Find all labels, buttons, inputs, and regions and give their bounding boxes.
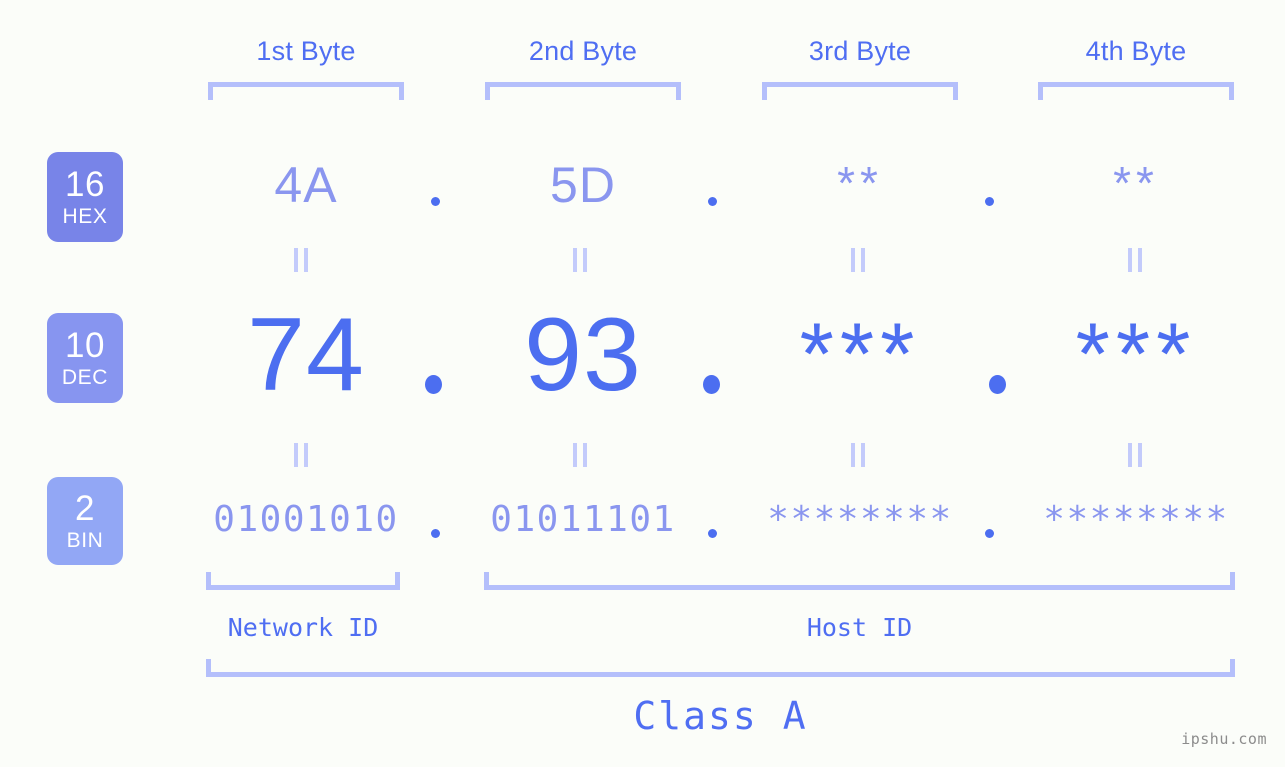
byte-bracket-4: [1038, 82, 1234, 100]
base-badge-bin-number: 2: [75, 489, 95, 528]
byte-header-4: 4th Byte: [1085, 36, 1187, 66]
network-id-label: Network ID: [227, 613, 379, 642]
equals-connector-hex-dec-1: [292, 248, 310, 272]
equals-connector-hex-dec-2: [571, 248, 589, 272]
host-id-label: Host ID: [806, 613, 913, 642]
base-badge-hex-number: 16: [65, 165, 105, 204]
byte-bracket-2: [485, 82, 681, 100]
base-badge-dec-number: 10: [65, 326, 105, 365]
base-badge-dec: 10 DEC: [47, 313, 123, 403]
dec-separator-1: [425, 375, 442, 394]
bin-separator-1: [431, 529, 440, 538]
equals-connector-hex-dec-4: [1126, 248, 1144, 272]
dec-byte-1: 74: [247, 297, 365, 413]
base-badge-hex: 16 HEX: [47, 152, 123, 242]
bin-separator-2: [708, 529, 717, 538]
network-id-bracket: [206, 572, 400, 590]
byte-header-1: 1st Byte: [256, 36, 356, 66]
hex-byte-2: 5D: [550, 157, 616, 213]
equals-connector-dec-bin-4: [1126, 443, 1144, 467]
base-badge-bin: 2 BIN: [47, 477, 123, 565]
bin-byte-4: ********: [1043, 499, 1229, 540]
base-badge-bin-unit: BIN: [66, 529, 104, 552]
class-bracket: [206, 659, 1235, 677]
bin-separator-3: [985, 529, 994, 538]
hex-separator-2: [708, 197, 717, 206]
dec-byte-3: ***: [799, 304, 921, 403]
dec-separator-3: [989, 375, 1006, 394]
dec-separator-2: [703, 375, 720, 394]
byte-bracket-1: [208, 82, 404, 100]
base-badge-dec-unit: DEC: [61, 366, 109, 389]
bin-byte-1: 01001010: [213, 499, 399, 540]
ip-address-diagram: 1st Byte 2nd Byte 3rd Byte 4th Byte 16 H…: [0, 0, 1285, 767]
hex-byte-4: **: [1113, 157, 1159, 209]
hex-byte-1: 4A: [274, 157, 338, 213]
host-id-bracket: [484, 572, 1235, 590]
base-badge-hex-unit: HEX: [62, 205, 108, 228]
dec-byte-2: 93: [524, 297, 642, 413]
equals-connector-hex-dec-3: [849, 248, 867, 272]
bin-byte-2: 01011101: [490, 499, 676, 540]
byte-bracket-3: [762, 82, 958, 100]
site-watermark: ipshu.com: [1181, 730, 1267, 748]
hex-byte-3: **: [837, 157, 883, 209]
dec-byte-4: ***: [1075, 304, 1197, 403]
byte-header-2: 2nd Byte: [528, 36, 638, 66]
class-label: Class A: [633, 694, 808, 738]
equals-connector-dec-bin-3: [849, 443, 867, 467]
hex-separator-1: [431, 197, 440, 206]
equals-connector-dec-bin-1: [292, 443, 310, 467]
equals-connector-dec-bin-2: [571, 443, 589, 467]
byte-header-3: 3rd Byte: [808, 36, 912, 66]
hex-separator-3: [985, 197, 994, 206]
bin-byte-3: ********: [767, 499, 953, 540]
